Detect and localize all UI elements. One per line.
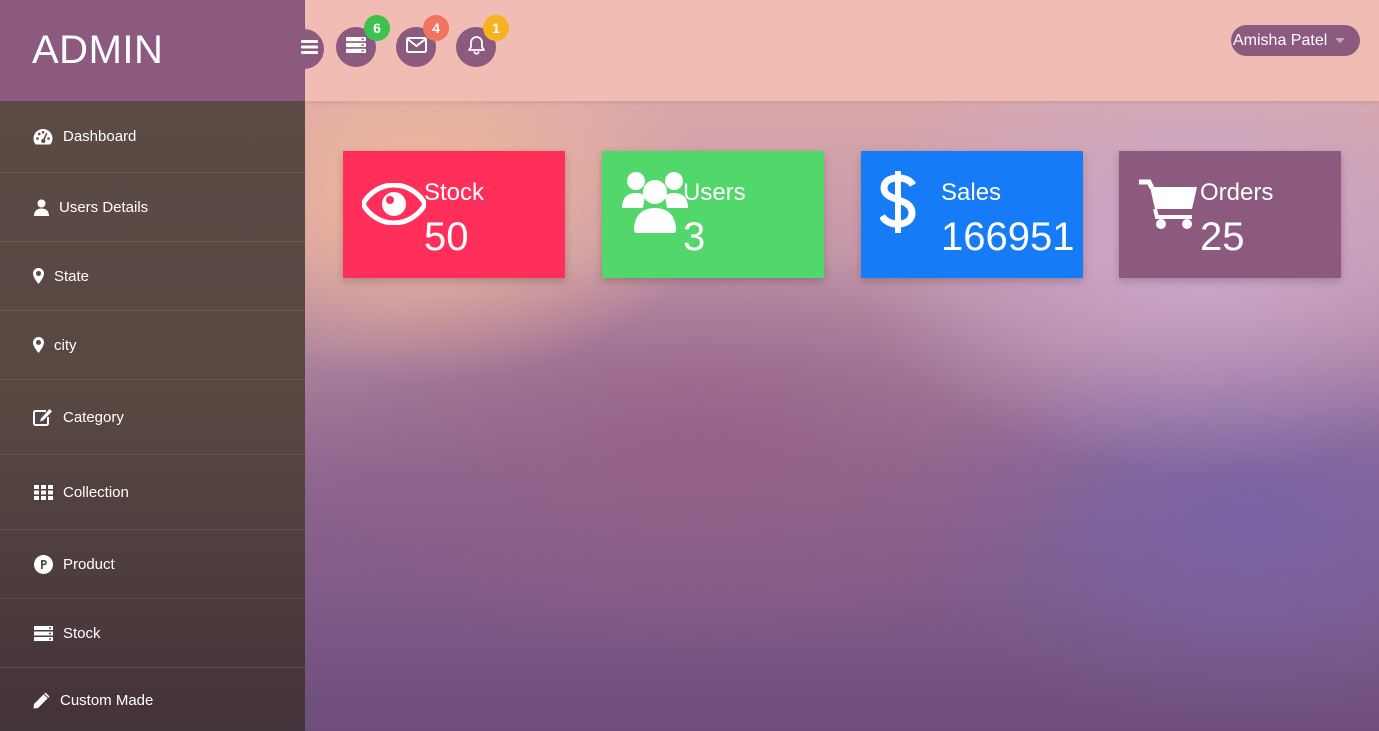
sidebar-item-custom-made[interactable]: Custom Made (0, 668, 305, 731)
card-value: 3 (683, 215, 706, 259)
sidebar-item-label: Category (63, 408, 124, 426)
sidebar-item-city[interactable]: city (0, 311, 305, 380)
sidebar-item-label: Stock (63, 624, 101, 642)
card-title: Orders (1200, 179, 1274, 206)
shopping-cart-icon (1139, 179, 1197, 234)
sidebar-item-label: Dashboard (63, 128, 137, 145)
card-title: Sales (941, 179, 1002, 206)
alert-count-badge: 1 (483, 15, 509, 41)
card-value: 50 (424, 215, 469, 259)
user-menu-dropdown[interactable]: Amisha Patel (1231, 25, 1360, 56)
sidebar-item-label: city (54, 336, 77, 354)
sidebar-item-stock[interactable]: Stock (0, 599, 305, 668)
eye-icon (360, 182, 428, 230)
notification-count-badge: 6 (364, 15, 390, 41)
card-title: Users (683, 179, 746, 206)
sidebar: Dashboard Users Details State city Categ… (0, 101, 305, 731)
grid-icon (32, 481, 54, 503)
bell-icon (467, 35, 486, 60)
pencil-icon (32, 689, 50, 711)
message-count-badge: 4 (423, 15, 449, 41)
server-icon (346, 36, 366, 58)
user-name: Amisha Patel (1233, 31, 1328, 49)
card-value: 25 (1200, 215, 1245, 259)
sidebar-item-label: Product (63, 555, 115, 573)
sidebar-item-label: Users Details (59, 198, 149, 216)
dollar-icon (878, 171, 917, 238)
users-icon (622, 170, 688, 239)
users-card[interactable]: Users 3 (602, 151, 824, 278)
server-icon (32, 622, 54, 644)
stock-card[interactable]: Stock 50 (343, 151, 565, 278)
brand-header: ADMIN (0, 0, 305, 101)
sidebar-item-label: State (54, 267, 90, 285)
menu-toggle-button[interactable] (284, 29, 324, 69)
map-marker-icon (32, 334, 44, 356)
brand-title: ADMIN (32, 28, 164, 72)
envelope-icon (405, 36, 427, 58)
sidebar-item-product[interactable]: Product (0, 530, 305, 599)
sidebar-item-category[interactable]: Category (0, 380, 305, 455)
hamburger-menu-icon (301, 39, 318, 59)
sidebar-item-collection[interactable]: Collection (0, 455, 305, 530)
caret-down-icon (1335, 38, 1346, 43)
card-title: Stock (424, 179, 485, 206)
dashboard-icon (32, 126, 54, 148)
card-value: 166951 (941, 215, 1075, 259)
edit-icon (32, 406, 54, 428)
sidebar-item-state[interactable]: State (0, 242, 305, 311)
sales-card[interactable]: Sales 166951 (861, 151, 1083, 278)
sidebar-item-users-details[interactable]: Users Details (0, 173, 305, 242)
orders-card[interactable]: Orders 25 (1119, 151, 1341, 278)
top-header: 6 4 1 Amisha Patel (284, 0, 1379, 101)
product-icon (32, 553, 54, 575)
sidebar-item-label: Custom Made (60, 691, 154, 709)
sidebar-item-label: Collection (63, 483, 129, 501)
sidebar-item-dashboard[interactable]: Dashboard (0, 101, 305, 173)
user-icon (32, 196, 50, 218)
map-marker-icon (32, 265, 44, 287)
